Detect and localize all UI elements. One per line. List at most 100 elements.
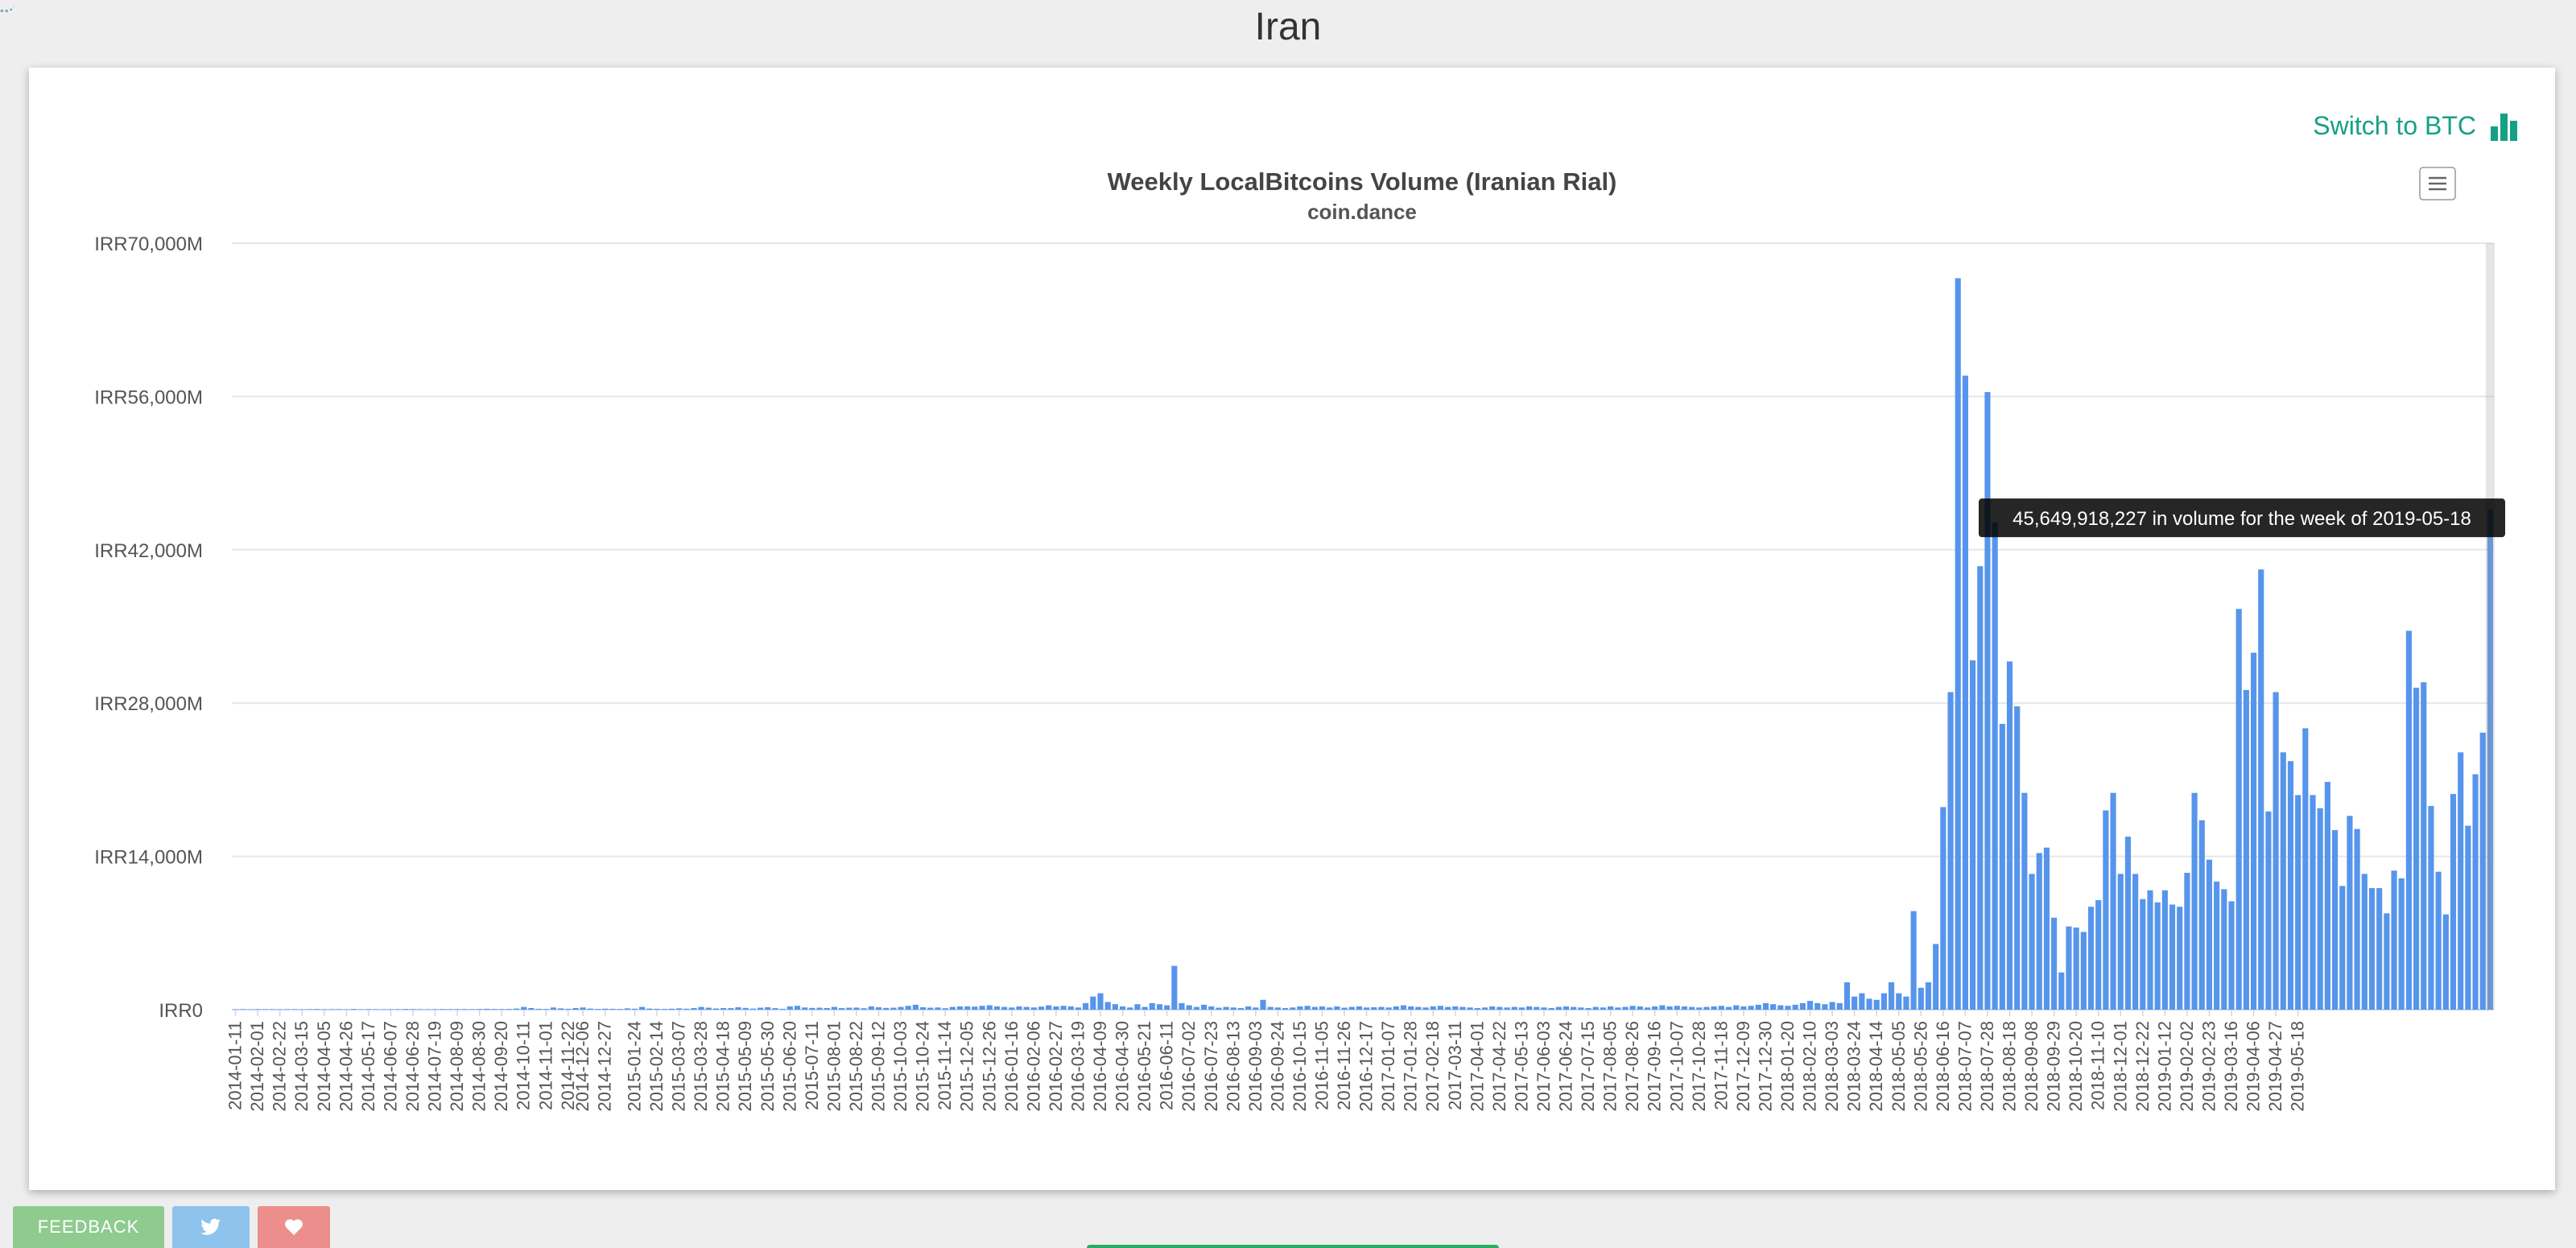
bar[interactable] — [535, 1008, 542, 1010]
bar[interactable] — [986, 1005, 993, 1010]
bar[interactable] — [2428, 806, 2434, 1010]
bar[interactable] — [2198, 820, 2205, 1010]
bar[interactable] — [1785, 1006, 1791, 1010]
bar[interactable] — [1127, 1007, 1133, 1010]
bar[interactable] — [1038, 1006, 1045, 1010]
bar[interactable] — [558, 1008, 564, 1010]
bar[interactable] — [668, 1008, 675, 1010]
bar[interactable] — [1504, 1007, 1510, 1010]
bar[interactable] — [758, 1007, 764, 1010]
bar[interactable] — [1186, 1005, 1192, 1010]
bar[interactable] — [1629, 1006, 1636, 1010]
bar[interactable] — [1644, 1007, 1651, 1010]
bar[interactable] — [2302, 728, 2309, 1010]
bar[interactable] — [1977, 566, 1984, 1010]
bar[interactable] — [2087, 907, 2095, 1010]
bar[interactable] — [2354, 829, 2360, 1010]
bar[interactable] — [2140, 899, 2146, 1010]
bar[interactable] — [1474, 1007, 1480, 1010]
bar[interactable] — [1348, 1006, 1355, 1010]
bar[interactable] — [2273, 692, 2279, 1010]
bar[interactable] — [2043, 847, 2050, 1010]
bar[interactable] — [1253, 1007, 1259, 1010]
bar[interactable] — [1030, 1007, 1037, 1010]
bar[interactable] — [2376, 888, 2383, 1010]
bar[interactable] — [2006, 661, 2013, 1010]
bar[interactable] — [269, 1009, 276, 1010]
bar[interactable] — [2051, 917, 2058, 1010]
bar[interactable] — [1866, 998, 1872, 1010]
bar[interactable] — [2228, 901, 2235, 1010]
bar[interactable] — [609, 1008, 616, 1010]
bar[interactable] — [1608, 1006, 1614, 1010]
bar[interactable] — [2442, 914, 2449, 1010]
bar[interactable] — [1918, 987, 1924, 1010]
bar[interactable] — [1445, 1006, 1451, 1010]
bar[interactable] — [1859, 993, 1865, 1010]
bar[interactable] — [1364, 1007, 1370, 1010]
bar[interactable] — [2235, 609, 2242, 1010]
bar[interactable] — [2310, 795, 2316, 1010]
bar[interactable] — [868, 1006, 874, 1010]
bar[interactable] — [905, 1006, 911, 1010]
bar[interactable] — [654, 1008, 660, 1010]
bar[interactable] — [1711, 1006, 1717, 1010]
bar[interactable] — [1223, 1006, 1229, 1010]
bar[interactable] — [846, 1007, 852, 1010]
bar[interactable] — [2347, 816, 2353, 1010]
bar[interactable] — [1947, 692, 1954, 1010]
bar[interactable] — [2287, 761, 2294, 1010]
bar[interactable] — [1112, 1004, 1118, 1010]
bar[interactable] — [395, 1009, 402, 1010]
bar[interactable] — [1208, 1006, 1215, 1010]
bar[interactable] — [875, 1007, 882, 1010]
bar[interactable] — [1755, 1004, 1761, 1010]
bar[interactable] — [1933, 944, 1939, 1010]
bar[interactable] — [1467, 1007, 1473, 1010]
bar[interactable] — [1245, 1006, 1252, 1010]
bar[interactable] — [949, 1006, 956, 1010]
bar[interactable] — [1171, 965, 1178, 1010]
bar[interactable] — [2058, 972, 2065, 1010]
bar[interactable] — [2280, 752, 2286, 1010]
bar[interactable] — [2243, 689, 2249, 1010]
bar[interactable] — [728, 1008, 734, 1010]
bar[interactable] — [2361, 874, 2368, 1010]
bar[interactable] — [2458, 752, 2464, 1010]
bar[interactable] — [993, 1006, 1001, 1010]
bar[interactable] — [1378, 1006, 1385, 1010]
bar[interactable] — [824, 1007, 830, 1010]
bar[interactable] — [2184, 873, 2190, 1010]
bar[interactable] — [565, 1008, 572, 1010]
bar[interactable] — [1659, 1005, 1666, 1010]
bar[interactable] — [1164, 1005, 1170, 1010]
bar[interactable] — [506, 1009, 512, 1010]
bar[interactable] — [543, 1009, 549, 1010]
bar[interactable] — [691, 1007, 697, 1010]
twitter-button[interactable] — [172, 1206, 250, 1248]
bar[interactable] — [2450, 794, 2457, 1010]
bar[interactable] — [1408, 1006, 1414, 1010]
bar[interactable] — [1046, 1005, 1052, 1010]
bar[interactable] — [705, 1007, 712, 1010]
bar[interactable] — [742, 1007, 749, 1010]
bar[interactable] — [816, 1007, 823, 1010]
bar[interactable] — [1806, 1001, 1814, 1010]
bar[interactable] — [1852, 996, 1858, 1010]
bar[interactable] — [1777, 1005, 1784, 1010]
bar[interactable] — [712, 1008, 720, 1010]
bar[interactable] — [802, 1007, 808, 1010]
bar[interactable] — [2080, 932, 2087, 1010]
bar[interactable] — [1327, 1007, 1333, 1010]
bar[interactable] — [2421, 682, 2427, 1010]
bar[interactable] — [1371, 1007, 1377, 1010]
bar[interactable] — [365, 1009, 372, 1010]
bar[interactable] — [1674, 1006, 1680, 1010]
bar[interactable] — [1274, 1007, 1281, 1010]
bar[interactable] — [477, 1009, 483, 1010]
bar[interactable] — [1267, 1006, 1274, 1010]
bar[interactable] — [447, 1009, 453, 1010]
bar[interactable] — [2405, 630, 2412, 1010]
bar[interactable] — [1615, 1007, 1621, 1010]
bar[interactable] — [675, 1008, 683, 1010]
